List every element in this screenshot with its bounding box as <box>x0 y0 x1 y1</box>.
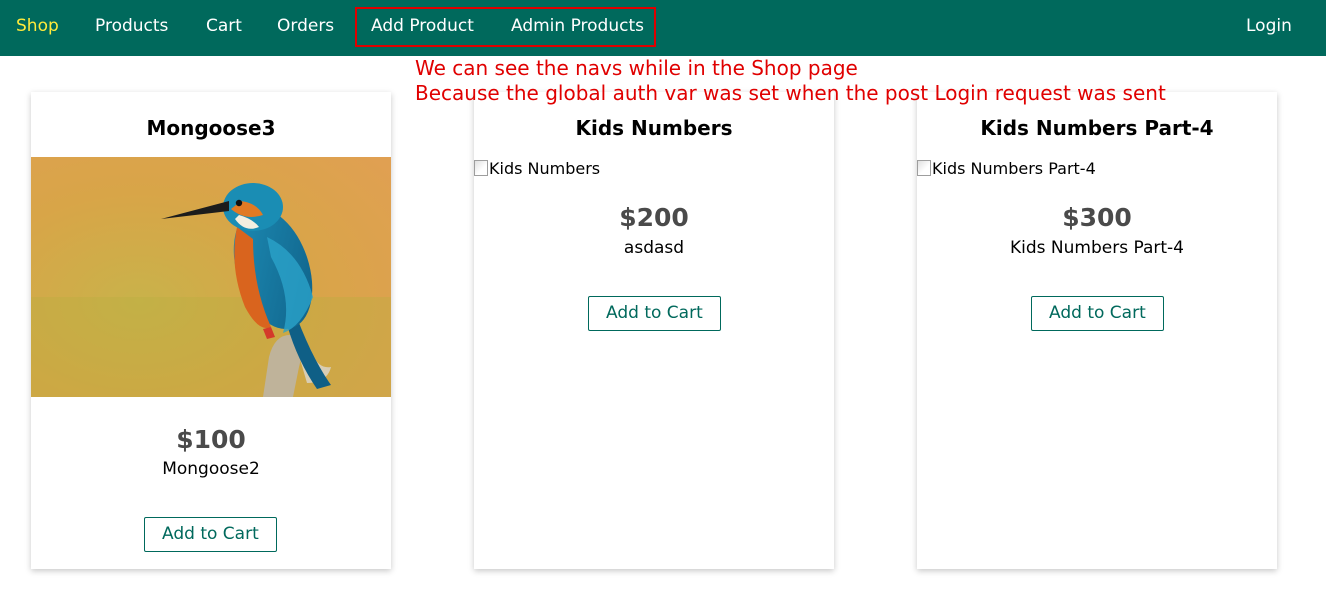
product-description: Kids Numbers Part-4 <box>1010 238 1184 258</box>
nav-shop-link[interactable]: Shop <box>16 14 59 38</box>
product-image-kingfisher <box>31 157 391 397</box>
product-price: $100 <box>176 425 246 454</box>
add-to-cart-button[interactable]: Add to Cart <box>588 296 721 331</box>
product-image-broken: Kids Numbers <box>474 158 600 180</box>
product-price: $200 <box>619 203 689 232</box>
product-card: Kids Numbers Kids Numbers $200 asdasd Ad… <box>474 92 834 569</box>
add-to-cart-button[interactable]: Add to Cart <box>1031 296 1164 331</box>
broken-image-icon <box>917 160 931 176</box>
add-to-cart-button[interactable]: Add to Cart <box>144 517 277 552</box>
product-description: asdasd <box>623 238 685 258</box>
nav-products-link[interactable]: Products <box>95 14 168 38</box>
product-image-broken: Kids Numbers Part-4 <box>917 158 1096 180</box>
product-title: Kids Numbers Part-4 <box>980 116 1214 140</box>
product-image-alt: Kids Numbers Part-4 <box>932 159 1096 178</box>
nav-login-link[interactable]: Login <box>1246 14 1292 38</box>
broken-image-icon <box>474 160 488 176</box>
product-card: Kids Numbers Part-4 Kids Numbers Part-4 … <box>917 92 1277 569</box>
product-title: Mongoose3 <box>146 116 276 140</box>
product-title: Kids Numbers <box>575 116 733 140</box>
product-description: Mongoose2 <box>162 459 260 479</box>
nav-orders-link[interactable]: Orders <box>277 14 334 38</box>
product-price: $300 <box>1062 203 1132 232</box>
annotation-line-2: Because the global auth var was set when… <box>415 81 1166 105</box>
annotation-note: We can see the navs while in the Shop pa… <box>415 56 1166 106</box>
product-card: Mongoose3 $100 Mongoose2 Add to Cart <box>31 92 391 569</box>
product-image-alt: Kids Numbers <box>489 159 601 178</box>
main-header: Shop Products Cart Orders Add Product Ad… <box>0 0 1326 56</box>
nav-admin-products-link[interactable]: Admin Products <box>511 14 644 38</box>
nav-add-product-link[interactable]: Add Product <box>371 14 474 38</box>
annotation-line-1: We can see the navs while in the Shop pa… <box>415 56 858 80</box>
nav-cart-link[interactable]: Cart <box>206 14 242 38</box>
